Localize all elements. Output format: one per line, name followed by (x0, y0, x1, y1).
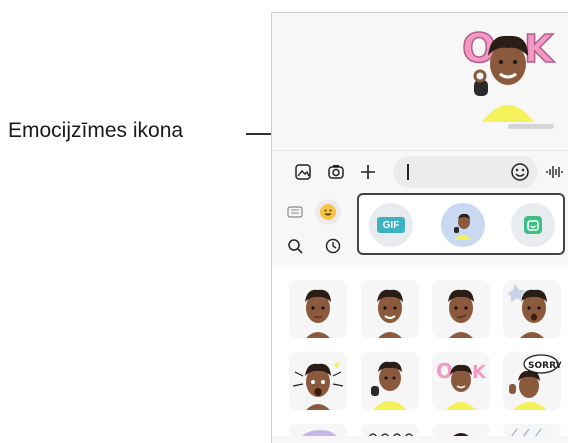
svg-text:K: K (472, 362, 487, 383)
plus-icon[interactable] (356, 160, 380, 184)
sticker-partial-3[interactable] (432, 424, 490, 436)
sticker-partial-2[interactable] (361, 424, 419, 436)
emoji-icon[interactable] (315, 199, 341, 225)
ar-emoji-icon (454, 213, 472, 240)
search-icon[interactable] (282, 233, 308, 259)
text-caret (407, 164, 409, 180)
sticker-ok-sign[interactable]: OK (432, 352, 490, 410)
message-timestamp (508, 124, 554, 129)
sticker-icon (524, 216, 542, 234)
camera-icon[interactable] (324, 160, 348, 184)
image-icon[interactable] (291, 160, 315, 184)
gif-label: GIF (377, 217, 405, 233)
sticker-wow-burst[interactable] (503, 280, 561, 338)
sent-ar-emoji-sticker[interactable]: O K (452, 18, 564, 122)
smiley-icon[interactable] (510, 162, 530, 182)
recent-icon[interactable] (320, 233, 346, 259)
divider (272, 150, 568, 151)
callout-label: Emocijzīmes ikona (8, 119, 184, 142)
ar-emoji-sticker-button[interactable] (441, 203, 485, 247)
keyboard-icon[interactable] (282, 199, 308, 225)
sticker-smirk-face[interactable] (432, 280, 490, 338)
sticker-button[interactable] (511, 203, 555, 247)
svg-text:K: K (524, 27, 555, 71)
voice-wave-icon[interactable] (543, 160, 565, 184)
gif-button[interactable]: GIF (369, 203, 413, 247)
sticker-neutral-face[interactable] (289, 280, 347, 338)
sticker-sorry-bubble[interactable]: SORRY (503, 352, 561, 410)
sticker-shocked-burst[interactable] (289, 352, 347, 410)
svg-text:SORRY: SORRY (528, 361, 561, 371)
svg-text:O: O (436, 359, 453, 383)
sticker-partial-4[interactable] (503, 424, 561, 436)
sticker-type-bar: GIF (357, 193, 565, 255)
sticker-partial-1[interactable] (289, 424, 347, 436)
sticker-waving[interactable] (361, 352, 419, 410)
sticker-smile-face[interactable] (361, 280, 419, 338)
